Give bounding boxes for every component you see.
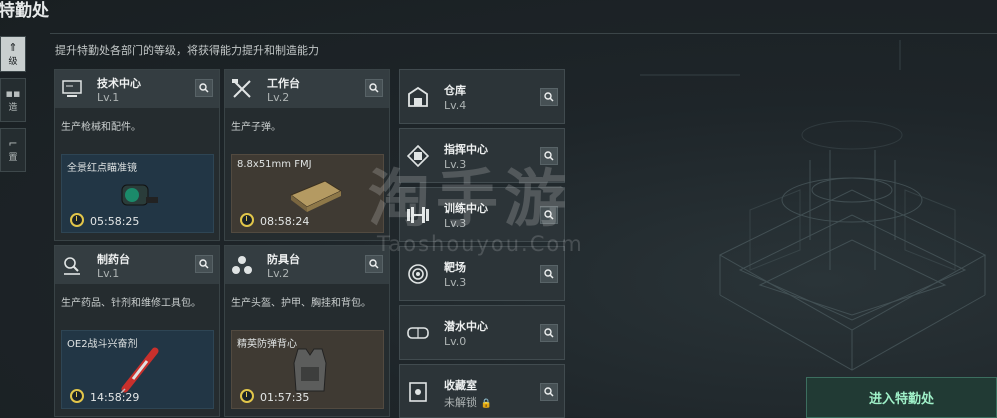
nav-label: 置 bbox=[8, 152, 18, 163]
ammo-box-image bbox=[289, 180, 343, 212]
timer-icon bbox=[70, 213, 84, 227]
workshop-description: 生产头盔、护甲、胸挂和背包。 bbox=[231, 298, 371, 309]
up-arrow-icon: ⇑ bbox=[8, 40, 18, 54]
card-header: 技术中心 Lv.1 bbox=[55, 70, 219, 108]
product-name: 全景红点瞄准镜 bbox=[67, 163, 137, 174]
room-name: 潜水中心 bbox=[444, 320, 488, 333]
workshop-level: Lv.2 bbox=[267, 267, 290, 280]
search-icon bbox=[369, 83, 379, 93]
search-icon bbox=[544, 328, 554, 338]
room-warehouse[interactable]: 仓库 Lv.4 bbox=[399, 69, 565, 124]
card-header: 防具台 Lv.2 bbox=[225, 246, 389, 284]
armor-parts-icon bbox=[232, 256, 252, 274]
search-icon bbox=[199, 83, 209, 93]
search-icon bbox=[544, 387, 554, 397]
nav-label: 级 bbox=[8, 56, 18, 67]
bracket-icon: ⌐ bbox=[8, 136, 18, 150]
workshop-level: Lv.1 bbox=[97, 267, 120, 280]
workshop-level: Lv.2 bbox=[267, 91, 290, 104]
microscope-icon bbox=[64, 257, 80, 275]
production-time: 05:58:25 bbox=[90, 215, 140, 228]
lock-icon: 🔒 bbox=[480, 399, 492, 409]
production-slot[interactable]: 8.8x51mm FMJ 08:58:24 bbox=[231, 154, 384, 233]
search-button[interactable] bbox=[540, 324, 558, 342]
nav-settings[interactable]: ⌐ 置 bbox=[0, 128, 26, 172]
search-button[interactable] bbox=[540, 88, 558, 106]
product-name: 8.8x51mm FMJ bbox=[237, 159, 312, 170]
search-icon bbox=[544, 269, 554, 279]
grid-icon: ▪▪ bbox=[5, 86, 21, 100]
room-diving-center[interactable]: 潜水中心 Lv.0 bbox=[399, 305, 565, 360]
workshop-name: 技术中心 bbox=[97, 77, 141, 90]
production-time: 14:58:29 bbox=[90, 391, 140, 404]
search-button[interactable] bbox=[365, 255, 383, 273]
search-icon bbox=[369, 259, 379, 269]
card-header: 工作台 Lv.2 bbox=[225, 70, 389, 108]
workshop-card-tech-center[interactable]: 技术中心 Lv.1 生产枪械和配件。 全景红点瞄准镜 05:58:25 bbox=[54, 69, 220, 241]
workshop-level: Lv.1 bbox=[97, 91, 120, 104]
diving-mask-icon bbox=[407, 326, 429, 339]
workshop-description: 生产子弹。 bbox=[231, 122, 281, 133]
search-button[interactable] bbox=[540, 383, 558, 401]
workshop-card-pharmacy[interactable]: 制药台 Lv.1 生产药品、针剂和维修工具包。 OE2战斗兴奋剂 14:58:2… bbox=[54, 245, 220, 417]
page-subtitle: 提升特勤处各部门的等级，将获得能力提升和制造能力 bbox=[55, 44, 319, 57]
production-slot[interactable]: OE2战斗兴奋剂 14:58:29 bbox=[61, 330, 214, 409]
enter-special-ops-button[interactable]: 进入特勤处 bbox=[806, 377, 997, 418]
product-name: 精英防弹背心 bbox=[237, 339, 297, 350]
target-icon bbox=[408, 263, 428, 284]
nav-label: 造 bbox=[8, 102, 18, 113]
timer-icon bbox=[70, 389, 84, 403]
nav-upgrade[interactable]: ⇑ 级 bbox=[0, 36, 26, 72]
room-level: Lv.0 bbox=[444, 335, 467, 348]
room-collection-room[interactable]: 收藏室 未解锁 🔒 bbox=[399, 364, 565, 418]
scope-item-image bbox=[121, 184, 158, 206]
workshop-name: 制药台 bbox=[97, 253, 130, 266]
page-title: 特勤处 bbox=[0, 1, 49, 21]
warehouse-icon bbox=[408, 86, 428, 107]
workshop-name: 工作台 bbox=[267, 77, 300, 90]
safe-icon bbox=[409, 381, 427, 402]
tools-icon bbox=[232, 79, 251, 98]
room-name: 收藏室 bbox=[444, 379, 477, 392]
card-header: 制药台 Lv.1 bbox=[55, 246, 219, 284]
search-button[interactable] bbox=[195, 79, 213, 97]
room-level: 未解锁 🔒 bbox=[444, 394, 492, 410]
header-divider bbox=[50, 33, 997, 34]
nav-produce[interactable]: ▪▪ 造 bbox=[0, 78, 26, 122]
production-slot[interactable]: 全景红点瞄准镜 05:58:25 bbox=[61, 154, 214, 233]
timer-icon bbox=[240, 389, 254, 403]
workshop-card-workbench[interactable]: 工作台 Lv.2 生产子弹。 8.8x51mm FMJ 08:58:24 bbox=[224, 69, 390, 241]
computer-icon bbox=[62, 80, 82, 97]
watermark-logo: 淘手游 bbox=[368, 162, 573, 235]
search-button[interactable] bbox=[365, 79, 383, 97]
room-level: Lv.4 bbox=[444, 99, 467, 112]
search-button[interactable] bbox=[195, 255, 213, 273]
search-icon bbox=[199, 259, 209, 269]
production-time: 08:58:24 bbox=[260, 215, 310, 228]
room-name: 仓库 bbox=[444, 84, 466, 97]
syringe-item-image bbox=[120, 347, 159, 393]
workshop-name: 防具台 bbox=[267, 253, 300, 266]
search-icon bbox=[544, 92, 554, 102]
base-3d-scene bbox=[640, 40, 987, 371]
room-status-locked: 未解锁 bbox=[444, 396, 477, 409]
production-slot[interactable]: 精英防弹背心 01:57:35 bbox=[231, 330, 384, 409]
room-name: 靶场 bbox=[444, 261, 466, 274]
production-time: 01:57:35 bbox=[260, 391, 310, 404]
workshop-description: 生产药品、针剂和维修工具包。 bbox=[61, 298, 201, 309]
timer-icon bbox=[240, 213, 254, 227]
vest-item-image bbox=[293, 348, 327, 392]
room-level: Lv.3 bbox=[444, 276, 467, 289]
workshop-card-armor-bench[interactable]: 防具台 Lv.2 生产头盔、护甲、胸挂和背包。 精英防弹背心 01:57:35 bbox=[224, 245, 390, 417]
workshop-description: 生产枪械和配件。 bbox=[61, 122, 141, 133]
search-button[interactable] bbox=[540, 265, 558, 283]
watermark-url: Taoshouyou.Com bbox=[377, 232, 584, 256]
side-nav: ⇑ 级 ▪▪ 造 ⌐ 置 bbox=[0, 36, 28, 178]
